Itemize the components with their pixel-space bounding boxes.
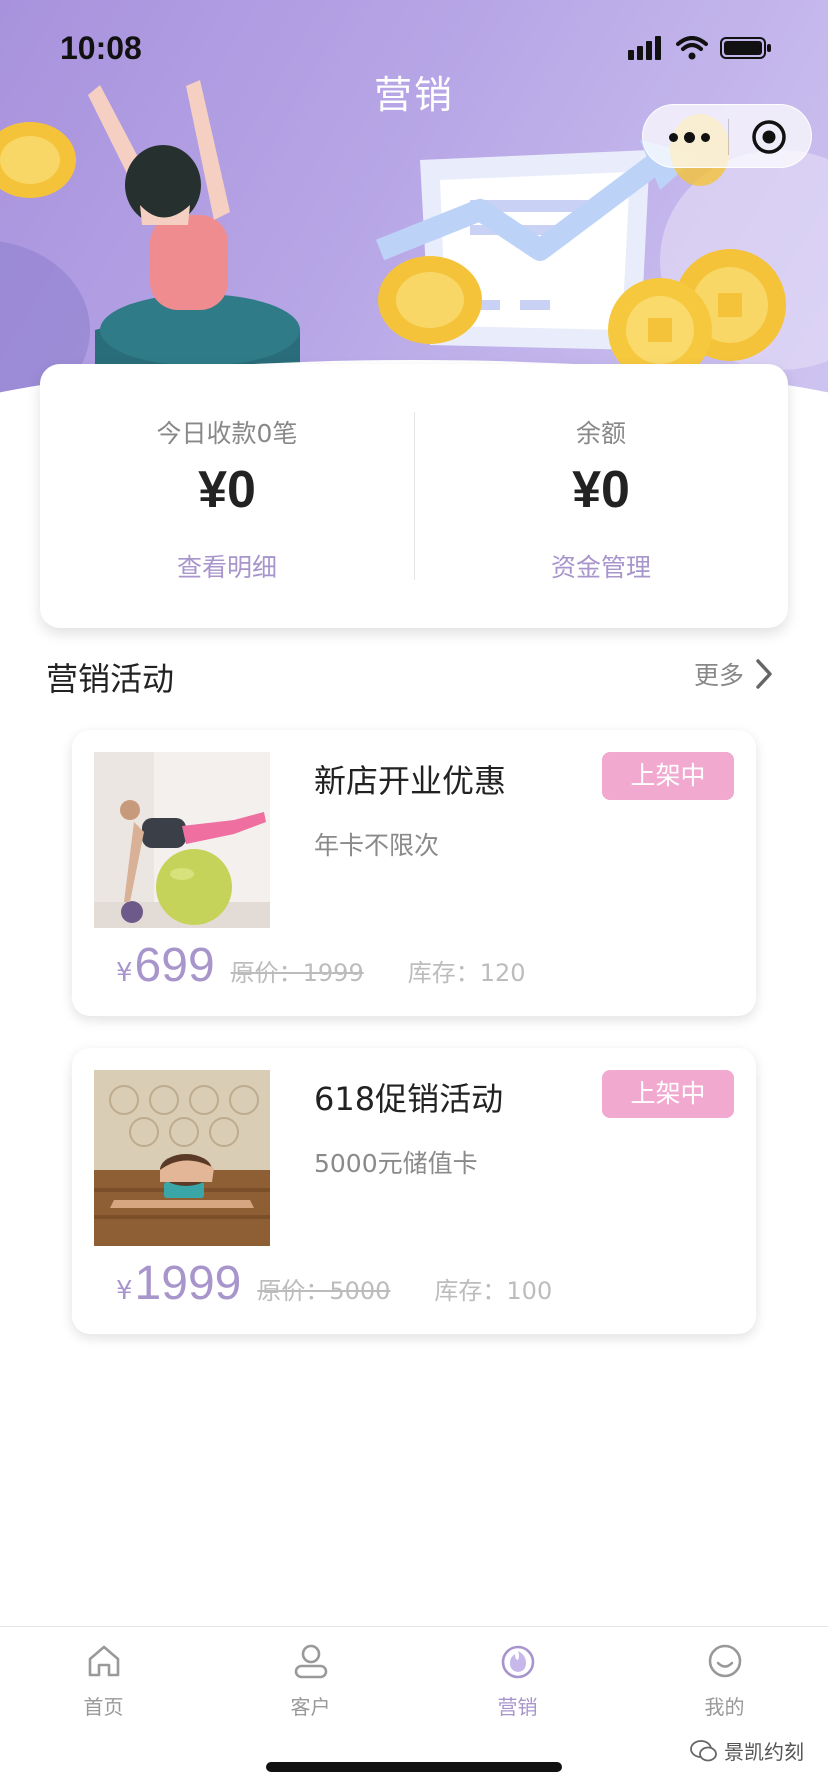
- capsule-divider: [728, 119, 729, 155]
- activity-name: 618促销活动: [314, 1080, 504, 1118]
- activity-thumbnail: [94, 1070, 270, 1246]
- more-dot-icon: [669, 132, 678, 142]
- miniprogram-capsule: [642, 104, 812, 168]
- currency-symbol: ¥: [116, 958, 133, 988]
- tab-customers-label: 客户: [290, 1695, 331, 1719]
- today-income-panel: 今日收款0笔 ¥0 查看明细: [40, 364, 414, 628]
- status-icons: [628, 36, 772, 60]
- sale-price: 699: [134, 939, 215, 992]
- balance-label: 余额: [575, 419, 626, 448]
- balance-panel: 余额 ¥0 资金管理: [414, 364, 788, 628]
- tab-marketing[interactable]: 营销: [414, 1641, 621, 1720]
- fund-management-link[interactable]: 资金管理: [414, 548, 788, 584]
- section-title: 营销活动: [46, 660, 175, 698]
- watermark: 景凯约刻: [690, 1736, 804, 1765]
- activity-description: 年卡不限次: [314, 831, 440, 860]
- more-label: 更多: [693, 661, 744, 690]
- wifi-icon: [676, 36, 708, 60]
- signal-icon: [628, 36, 661, 60]
- more-activities-button[interactable]: 更多: [694, 656, 774, 692]
- smile-icon: [708, 1644, 741, 1678]
- activity-name: 新店开业优惠: [314, 762, 507, 800]
- tab-home-label: 首页: [83, 1695, 124, 1719]
- status-badge: 上架中: [602, 1070, 734, 1118]
- balance-amount: ¥0: [572, 461, 630, 519]
- original-price: 原价：5000: [257, 1277, 391, 1305]
- price-row: ¥ 699 原价：1999 库存：120: [116, 938, 526, 998]
- status-badge: 上架中: [602, 752, 734, 800]
- tab-marketing-label: 营销: [497, 1695, 538, 1719]
- more-menu-button[interactable]: [669, 123, 725, 151]
- watermark-text: 景凯约刻: [724, 1740, 804, 1764]
- home-icon: [88, 1645, 119, 1677]
- activity-thumbnail: [94, 752, 270, 928]
- more-dot-icon: [684, 131, 695, 143]
- price-row: ¥ 1999 原价：5000 库存：100: [116, 1256, 552, 1316]
- activity-card[interactable]: 618促销活动 5000元储值卡 上架中 ¥ 1999 原价：5000 库存：1…: [72, 1048, 756, 1334]
- currency-symbol: ¥: [116, 1276, 133, 1306]
- view-details-link[interactable]: 查看明细: [40, 548, 414, 584]
- tab-customers[interactable]: 客户: [207, 1641, 414, 1720]
- more-dot-icon: [701, 132, 710, 142]
- today-income-label: 今日收款0笔: [156, 419, 298, 448]
- activity-description: 5000元储值卡: [314, 1149, 478, 1178]
- today-income-amount: ¥0: [198, 461, 256, 519]
- tab-home[interactable]: 首页: [0, 1641, 207, 1720]
- chevron-right-icon: [756, 659, 772, 689]
- wechat-icon: [690, 1739, 717, 1761]
- status-time: 10:08: [60, 30, 142, 66]
- close-miniprogram-icon[interactable]: [751, 119, 787, 155]
- activity-card[interactable]: 新店开业优惠 年卡不限次 上架中 ¥ 699 原价：1999 库存：120: [72, 730, 756, 1016]
- stock-count: 库存：120: [407, 959, 526, 987]
- marketing-icon: [501, 1645, 534, 1679]
- home-indicator: [266, 1762, 562, 1772]
- user-icon: [294, 1644, 327, 1679]
- summary-card: 今日收款0笔 ¥0 查看明细 余额 ¥0 资金管理: [40, 364, 788, 628]
- tab-profile[interactable]: 我的: [621, 1641, 828, 1720]
- sale-price: 1999: [134, 1257, 242, 1310]
- stock-count: 库存：100: [434, 1277, 553, 1305]
- tab-profile-label: 我的: [704, 1695, 745, 1719]
- battery-icon: [720, 37, 771, 59]
- original-price: 原价：1999: [230, 959, 364, 987]
